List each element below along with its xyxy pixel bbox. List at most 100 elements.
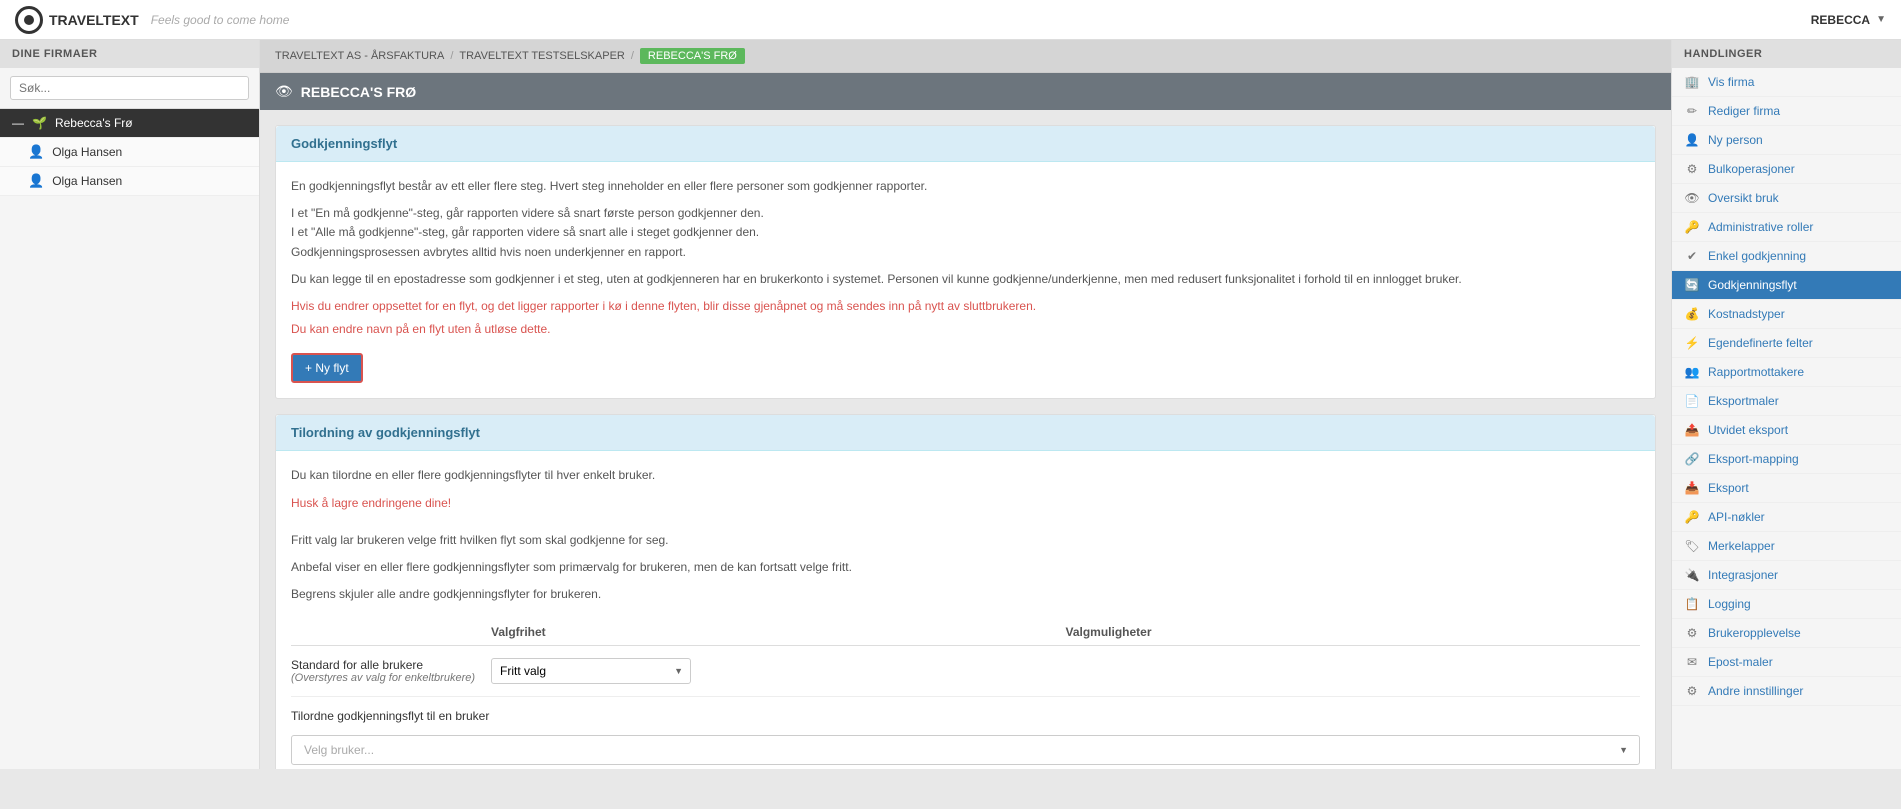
person-icon-1: 👤	[28, 144, 44, 160]
action-label-8: Kostnadstyper	[1708, 307, 1785, 321]
action-item-20[interactable]: ✉ Epost-maler	[1672, 648, 1901, 677]
header: TRAVELTEXT Feels good to come home REBEC…	[0, 0, 1901, 40]
username: REBECCA	[1811, 13, 1870, 27]
company-item-rebeccas-fro[interactable]: — 🌱 Rebecca's Frø	[0, 109, 259, 138]
assignment-desc-2: Husk å lagre endringene dine!	[291, 494, 1640, 513]
action-label-7: Godkjenningsflyt	[1708, 278, 1797, 292]
action-item-8[interactable]: 💰 Kostnadstyper	[1672, 300, 1901, 329]
right-sidebar-title: HANDLINGER	[1672, 40, 1901, 68]
action-item-21[interactable]: ⚙ Andre innstillinger	[1672, 677, 1901, 706]
action-label-4: Oversikt bruk	[1708, 191, 1779, 205]
action-label-9: Egendefinerte felter	[1708, 336, 1813, 350]
action-item-1[interactable]: ✏ Rediger firma	[1672, 97, 1901, 126]
action-label-11: Eksportmaler	[1708, 394, 1779, 408]
person-name-2: Olga Hansen	[52, 174, 122, 188]
action-label-1: Rediger firma	[1708, 104, 1780, 118]
logo-icon	[15, 6, 43, 34]
action-item-3[interactable]: ⚙ Bulkoperasjoner	[1672, 155, 1901, 184]
action-item-19[interactable]: ⚙ Brukeropplevelse	[1672, 619, 1901, 648]
user-select[interactable]: Velg bruker...	[291, 735, 1640, 765]
main-content: TRAVELTEXT AS - ÅRSFAKTURA / TRAVELTEXT …	[260, 40, 1671, 769]
header-left: TRAVELTEXT Feels good to come home	[15, 6, 289, 34]
breadcrumb-item-2[interactable]: TRAVELTEXT TESTSELSKAPER	[459, 50, 624, 62]
action-icon-2: 👤	[1684, 133, 1700, 147]
user-dropdown-wrapper: Velg bruker... ▼	[291, 735, 1640, 765]
search-input[interactable]	[10, 76, 249, 100]
action-item-16[interactable]: 🏷 Merkelapper	[1672, 532, 1901, 561]
action-label-5: Administrative roller	[1708, 220, 1813, 234]
assignment-table-header: Valgfrihet Valgmuligheter	[291, 619, 1640, 646]
person-item-2[interactable]: 👤 Olga Hansen	[0, 167, 259, 196]
action-item-13[interactable]: 🔗 Eksport-mapping	[1672, 445, 1901, 474]
page-header-icon: 👁	[275, 83, 293, 100]
action-icon-17: 🔌	[1684, 568, 1700, 582]
assignment-desc-5: Begrens skjuler alle andre godkjenningsf…	[291, 585, 1640, 604]
action-label-18: Logging	[1708, 597, 1751, 611]
action-item-4[interactable]: 👁 Oversikt bruk	[1672, 184, 1901, 213]
assignment-desc-3: Fritt valg lar brukeren velge fritt hvil…	[291, 531, 1640, 550]
breadcrumb-item-3[interactable]: REBECCA'S FRØ	[640, 48, 745, 64]
action-item-14[interactable]: 📥 Eksport	[1672, 474, 1901, 503]
standard-label-main: Standard for alle brukere	[291, 658, 491, 672]
standard-row-label: Standard for alle brukere (Overstyres av…	[291, 658, 491, 684]
action-item-0[interactable]: 🏢 Vis firma	[1672, 68, 1901, 97]
action-item-15[interactable]: 🔑 API-nøkler	[1672, 503, 1901, 532]
col-freedom-header: Valgfrihet	[491, 625, 1066, 639]
actions-container: 🏢 Vis firma ✏ Rediger firma 👤 Ny person …	[1672, 68, 1901, 706]
action-item-18[interactable]: 📋 Logging	[1672, 590, 1901, 619]
app-container: DINE FIRMAER — 🌱 Rebecca's Frø 👤 Olga Ha…	[0, 40, 1901, 769]
right-sidebar: HANDLINGER 🏢 Vis firma ✏ Rediger firma 👤…	[1671, 40, 1901, 769]
col-options-header: Valgmuligheter	[1066, 625, 1641, 639]
action-icon-21: ⚙	[1684, 684, 1700, 698]
action-item-5[interactable]: 🔑 Administrative roller	[1672, 213, 1901, 242]
assignment-table: Valgfrihet Valgmuligheter Standard for a…	[291, 619, 1640, 769]
freedom-select[interactable]: Fritt valg Anbefal Begrens	[491, 658, 691, 684]
header-user[interactable]: REBECCA ▼	[1811, 13, 1886, 27]
company-icon: 🌱	[32, 116, 47, 130]
action-item-9[interactable]: ⚡ Egendefinerte felter	[1672, 329, 1901, 358]
info-text-3: Du kan legge til en epostadresse som god…	[291, 270, 1640, 289]
action-label-16: Merkelapper	[1708, 539, 1775, 553]
assignment-user-row: Tilordne godkjenningsflyt til en bruker …	[291, 697, 1640, 769]
assignment-standard-row: Standard for alle brukere (Overstyres av…	[291, 646, 1640, 697]
page-title: REBECCA'S FRØ	[301, 84, 416, 100]
action-icon-8: 💰	[1684, 307, 1700, 321]
action-icon-14: 📥	[1684, 481, 1700, 495]
action-icon-0: 🏢	[1684, 75, 1700, 89]
action-icon-3: ⚙	[1684, 162, 1700, 176]
action-icon-5: 🔑	[1684, 220, 1700, 234]
expand-icon: —	[12, 116, 24, 130]
action-item-6[interactable]: ✔ Enkel godkjenning	[1672, 242, 1901, 271]
action-label-19: Brukeropplevelse	[1708, 626, 1801, 640]
assign-user-section: Tilordne godkjenningsflyt til en bruker …	[291, 709, 1640, 765]
action-item-10[interactable]: 👥 Rapportmottakere	[1672, 358, 1901, 387]
action-icon-12: 📤	[1684, 423, 1700, 437]
action-icon-18: 📋	[1684, 597, 1700, 611]
approval-flow-panel-body: En godkjenningsflyt består av ett eller …	[276, 162, 1655, 398]
action-label-20: Epost-maler	[1708, 655, 1773, 669]
action-item-2[interactable]: 👤 Ny person	[1672, 126, 1901, 155]
standard-label-sub: (Overstyres av valg for enkeltbrukere)	[291, 672, 491, 684]
approval-flow-panel: Godkjenningsflyt En godkjenningsflyt bes…	[275, 125, 1656, 399]
action-label-10: Rapportmottakere	[1708, 365, 1804, 379]
assignment-panel: Tilordning av godkjenningsflyt Du kan ti…	[275, 414, 1656, 769]
action-item-12[interactable]: 📤 Utvidet eksport	[1672, 416, 1901, 445]
action-item-17[interactable]: 🔌 Integrasjoner	[1672, 561, 1901, 590]
action-label-15: API-nøkler	[1708, 510, 1765, 524]
action-icon-20: ✉	[1684, 655, 1700, 669]
person-item-1[interactable]: 👤 Olga Hansen	[0, 138, 259, 167]
breadcrumb-item-1[interactable]: TRAVELTEXT AS - ÅRSFAKTURA	[275, 50, 444, 62]
content-area: Godkjenningsflyt En godkjenningsflyt bes…	[260, 110, 1671, 769]
new-flow-button[interactable]: + Ny flyt	[291, 353, 363, 383]
breadcrumb-sep-2: /	[631, 50, 634, 62]
header-tagline: Feels good to come home	[151, 13, 290, 27]
approval-flow-panel-header: Godkjenningsflyt	[276, 126, 1655, 162]
logo: TRAVELTEXT	[15, 6, 139, 34]
action-item-7[interactable]: 🔄 Godkjenningsflyt	[1672, 271, 1901, 300]
info-text-highlight-2: Du kan endre navn på en flyt uten å utlø…	[291, 320, 1640, 339]
action-label-2: Ny person	[1708, 133, 1763, 147]
freedom-select-wrapper: Fritt valg Anbefal Begrens	[491, 658, 691, 684]
action-item-11[interactable]: 📄 Eksportmaler	[1672, 387, 1901, 416]
action-label-0: Vis firma	[1708, 75, 1754, 89]
col-label-header	[291, 625, 491, 639]
